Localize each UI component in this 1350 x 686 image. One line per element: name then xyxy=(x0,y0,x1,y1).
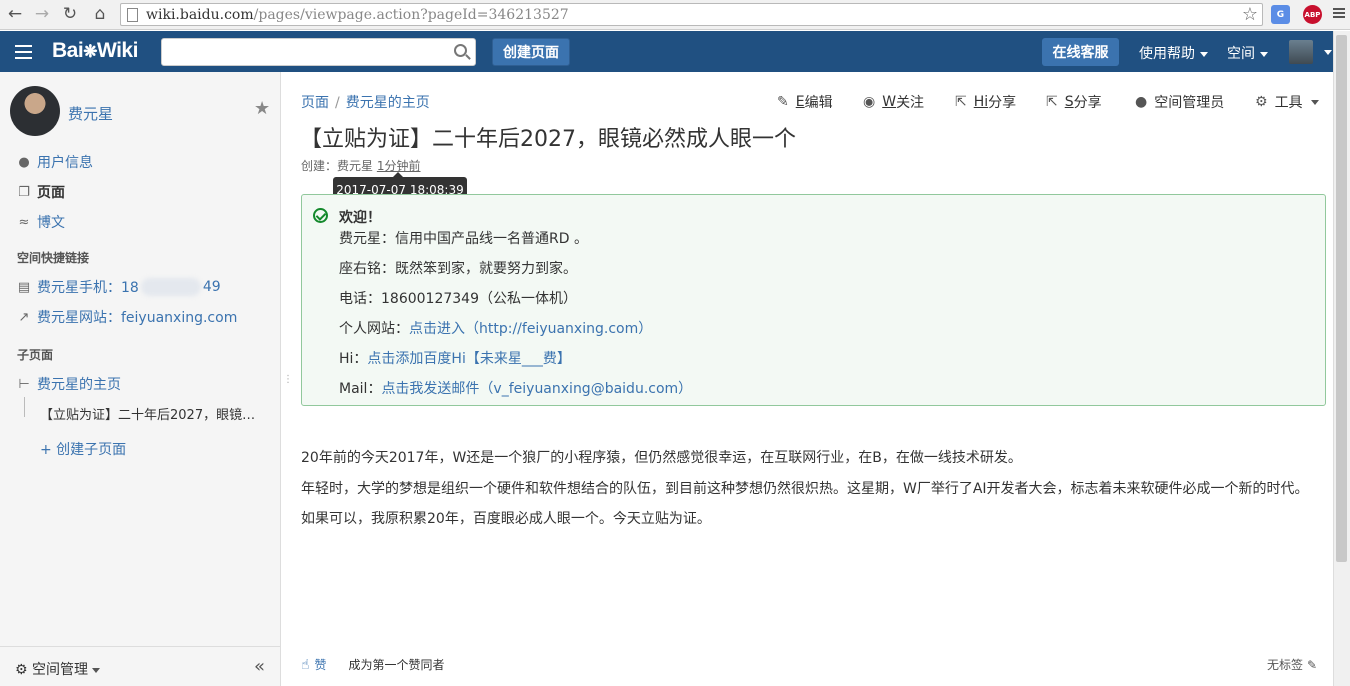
chevron-down-icon xyxy=(1260,51,1268,57)
scrollbar-thumb[interactable] xyxy=(1336,35,1347,562)
shortcut-website[interactable]: ↗ 费元星网站：feiyuanxing.com xyxy=(17,307,238,327)
body-paragraph-1: 20年前的今天2017年，W还是一个狼厂的小程序猿，但仍然感觉很幸运，在互联网行… xyxy=(301,450,1022,466)
child-pages-heading: 子页面 xyxy=(17,348,54,362)
create-child-page-link[interactable]: + 创建子页面 xyxy=(40,439,126,459)
search-input[interactable] xyxy=(161,38,476,66)
pages-icon: ❐ xyxy=(18,184,30,200)
translate-extension-icon[interactable]: G xyxy=(1271,5,1290,24)
sidebar-splitter-handle[interactable]: ⋮ xyxy=(283,374,293,385)
online-service-button[interactable]: 在线客服 xyxy=(1042,38,1119,66)
breadcrumb-pages[interactable]: 页面 xyxy=(301,95,329,111)
space-admins-button[interactable]: ● 空间管理员 xyxy=(1135,92,1224,112)
chevron-down-icon xyxy=(1200,51,1208,57)
like-button[interactable]: 赞 xyxy=(315,656,327,673)
chevron-down-icon xyxy=(92,667,101,673)
home-icon[interactable]: ⌂ xyxy=(89,3,111,25)
sidebar-home-page-link[interactable]: ⊢ 费元星的主页 xyxy=(17,374,121,394)
reload-icon[interactable]: ↻ xyxy=(59,3,81,25)
welcome-line-intro: 费元星：信用中国产品线一名普通RD 。 xyxy=(339,231,588,247)
shortcut-phone[interactable]: ▤ 费元星手机：18 49 xyxy=(17,277,221,297)
created-time[interactable]: 1分钟前 xyxy=(377,159,421,173)
welcome-line-hi: Hi：点击添加百度Hi【未来星___费】 xyxy=(339,351,571,367)
user-icon: ● xyxy=(18,154,30,170)
edit-button[interactable]: ✎ E 编辑 xyxy=(777,92,833,112)
space-admin-menu[interactable]: ⚙ 空间管理 xyxy=(15,659,101,679)
eye-icon: ◉ xyxy=(863,94,876,110)
help-menu[interactable]: 使用帮助 xyxy=(1139,43,1208,63)
labels-area[interactable]: 无标签 ✎ xyxy=(1267,656,1317,673)
email-link[interactable]: 点击我发送邮件（v_feiyuanxing@baidu.com） xyxy=(381,381,692,397)
welcome-line-motto: 座右铭：既然笨到家，就要努力到家。 xyxy=(339,261,577,277)
profile-name[interactable]: 费元星 xyxy=(68,103,113,124)
welcome-line-mail: Mail：点击我发送邮件（v_feiyuanxing@baidu.com） xyxy=(339,381,693,397)
baidu-wiki-logo[interactable]: Bai❋Wiki xyxy=(52,39,138,63)
breadcrumb-home[interactable]: 费元星的主页 xyxy=(346,95,430,111)
hi-share-button[interactable]: ⇱ Hi 分享 xyxy=(955,92,1016,112)
chevron-down-icon[interactable] xyxy=(1324,50,1332,55)
share-icon: ⇱ xyxy=(1046,94,1058,110)
like-bar: ☝ 赞 成为第一个赞同者 xyxy=(301,656,445,673)
shortcuts-heading: 空间快捷链接 xyxy=(17,251,90,265)
breadcrumb: 页面 / 费元星的主页 xyxy=(301,95,430,111)
sidebar-item-blog[interactable]: ≈ 博文 xyxy=(17,212,65,232)
page-title: 【立贴为证】二十年后2027，眼镜必然成人眼一个 xyxy=(300,127,796,152)
back-arrow-icon[interactable]: ← xyxy=(4,3,26,25)
sidebar-child-page[interactable]: 【立贴为证】二十年后2027，眼镜必然成人眼一个 xyxy=(40,404,258,423)
sidebar-item-pages[interactable]: ❐ 页面 xyxy=(17,182,65,202)
body-paragraph-2: 年轻时，大学的梦想是组织一个硬件和软件想结合的队伍，到目前这种梦想仍然很炽热。这… xyxy=(301,481,1309,497)
paw-icon: ❋ xyxy=(83,42,97,61)
profile-avatar[interactable] xyxy=(10,86,60,136)
page-tree-icon: ⊢ xyxy=(18,376,30,392)
pencil-icon: ✎ xyxy=(777,94,789,110)
welcome-title: 欢迎！ xyxy=(339,210,381,226)
external-link-icon: ↗ xyxy=(18,309,30,325)
share-icon: ⇱ xyxy=(955,94,967,110)
sidebar: 费元星 ★ ● 用户信息 ❐ 页面 ≈ 博文 空间快捷链接 ▤ 费元星手机：18 49 ↗… xyxy=(0,72,281,686)
baidu-hi-link[interactable]: 点击添加百度Hi【未来星___费】 xyxy=(367,351,570,367)
user-icon: ● xyxy=(1135,94,1148,110)
redacted-blur xyxy=(140,278,201,296)
browser-toolbar: ← → ↻ ⌂ wiki.baidu.com/pages/viewpage.ac… xyxy=(0,0,1350,30)
favourite-star-icon[interactable]: ★ xyxy=(254,98,270,119)
body-paragraph-3: 如果可以，我原积累20年，百度眼必成人眼一个。今天立贴为证。 xyxy=(301,511,711,527)
thumbs-up-icon[interactable]: ☝ xyxy=(301,657,310,673)
sidebar-footer: ⚙ 空间管理 « xyxy=(0,646,280,686)
address-url[interactable]: wiki.baidu.com/pages/viewpage.action?pag… xyxy=(146,7,569,23)
welcome-line-phone: 电话：18600127349（公私一体机） xyxy=(339,291,577,307)
space-menu[interactable]: 空间 xyxy=(1227,43,1268,63)
hamburger-menu-icon[interactable] xyxy=(15,45,32,59)
wiki-header: Bai❋Wiki 创建页面 在线客服 使用帮助 空间 xyxy=(0,31,1350,72)
share-button[interactable]: ⇱ S 分享 xyxy=(1046,92,1102,112)
watch-button[interactable]: ◉ W 关注 xyxy=(863,92,924,112)
search-icon[interactable] xyxy=(454,44,467,57)
rss-icon: ≈ xyxy=(18,214,30,230)
welcome-line-website: 个人网站：点击进入（http://feiyuanxing.com） xyxy=(339,321,653,337)
gear-icon: ⚙ xyxy=(15,662,28,678)
check-circle-icon xyxy=(313,208,328,223)
collapse-sidebar-icon[interactable]: « xyxy=(254,656,265,677)
document-icon: ▤ xyxy=(17,279,31,295)
chevron-down-icon xyxy=(1310,99,1319,105)
browser-menu-icon[interactable] xyxy=(1333,6,1345,22)
bookmark-star-icon[interactable]: ☆ xyxy=(1242,4,1258,25)
sidebar-item-user-info[interactable]: ● 用户信息 xyxy=(17,152,93,172)
user-avatar[interactable] xyxy=(1289,40,1313,64)
author-link[interactable]: 费元星 xyxy=(337,159,373,173)
gear-icon: ⚙ xyxy=(1255,94,1268,110)
adblock-extension-icon[interactable]: ABP xyxy=(1303,5,1322,24)
tree-line xyxy=(24,397,25,417)
tools-menu[interactable]: ⚙ 工具 xyxy=(1255,92,1319,112)
website-link[interactable]: 点击进入（http://feiyuanxing.com） xyxy=(409,321,652,337)
pencil-icon[interactable]: ✎ xyxy=(1307,658,1317,672)
first-like-text: 成为第一个赞同者 xyxy=(348,658,445,672)
address-bar[interactable]: wiki.baidu.com/pages/viewpage.action?pag… xyxy=(120,3,1263,26)
create-page-button[interactable]: 创建页面 xyxy=(492,38,570,66)
welcome-panel: 欢迎！ 费元星：信用中国产品线一名普通RD 。 座右铭：既然笨到家，就要努力到家… xyxy=(301,194,1326,406)
page-icon xyxy=(127,8,138,22)
forward-arrow-icon[interactable]: → xyxy=(31,3,53,25)
